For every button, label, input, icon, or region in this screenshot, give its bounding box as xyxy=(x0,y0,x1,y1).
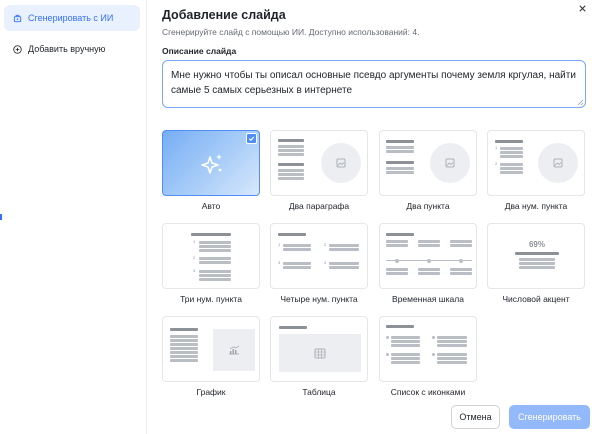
layout-card-timeline[interactable]: Временная шкала xyxy=(379,223,477,304)
dialog-subtitle: Сгенерируйте слайд с помощью ИИ. Доступн… xyxy=(162,27,420,37)
layout-caption: Два нум. пункта xyxy=(504,201,568,211)
layout-caption: График xyxy=(196,387,226,397)
image-placeholder-icon xyxy=(538,143,578,183)
layout-thumb[interactable] xyxy=(270,130,368,196)
layout-card-two-paragraphs[interactable]: Два параграфа xyxy=(270,130,368,211)
layout-caption: Временная шкала xyxy=(392,294,464,304)
layout-thumb[interactable]: 1 2 3 4 xyxy=(270,223,368,289)
layout-thumb[interactable] xyxy=(379,130,477,196)
magic-wand-icon xyxy=(10,14,24,23)
checkmark-icon xyxy=(246,133,257,144)
plus-circle-icon xyxy=(10,44,24,54)
resize-handle-icon[interactable] xyxy=(577,99,584,106)
layout-card-auto[interactable]: Авто xyxy=(162,130,260,211)
layout-card-two-numbered-points[interactable]: 1 2 Два нум. пункта xyxy=(487,130,585,211)
layout-thumb[interactable]: 69% xyxy=(487,223,585,289)
layout-thumb[interactable] xyxy=(162,130,260,196)
close-icon[interactable] xyxy=(576,4,588,16)
sidebar-item-label: Добавить вручную xyxy=(28,44,106,54)
layout-caption: Два параграфа xyxy=(288,201,350,211)
cancel-button[interactable]: Отмена xyxy=(451,405,500,429)
layout-thumb[interactable] xyxy=(270,316,368,382)
chart-placeholder-icon xyxy=(213,329,255,371)
layout-thumb[interactable] xyxy=(162,316,260,382)
layout-card-table[interactable]: Таблица xyxy=(270,316,368,397)
layout-card-number-accent[interactable]: 69% Числовой акцент xyxy=(487,223,585,304)
layout-card-chart[interactable]: График xyxy=(162,316,260,397)
layout-card-two-points[interactable]: Два пункта xyxy=(379,130,477,211)
layout-card-three-numbered-points[interactable]: 1 2 3 Три нум. пункта xyxy=(162,223,260,304)
layout-card-icon-list[interactable]: Список с иконками xyxy=(379,316,477,397)
image-placeholder-icon xyxy=(430,143,470,183)
layout-caption: Два пункта xyxy=(406,201,450,211)
layout-caption: Три нум. пункта xyxy=(180,294,242,304)
layout-thumb[interactable]: 1 2 3 xyxy=(162,223,260,289)
generate-button[interactable]: Сгенерировать xyxy=(509,405,590,429)
description-input[interactable]: Мне нужно чтобы ты описал основные псевд… xyxy=(162,60,586,108)
sidebar-item-label: Сгенерировать с ИИ xyxy=(28,13,114,23)
layout-thumb[interactable] xyxy=(379,316,477,382)
layout-caption: Авто xyxy=(201,201,221,211)
sidebar-item-generate-ai[interactable]: Сгенерировать с ИИ xyxy=(4,5,140,31)
dialog-title: Добавление слайда xyxy=(162,8,286,22)
layout-card-four-numbered-points[interactable]: 1 2 3 4 Четыре нум. пункта xyxy=(270,223,368,304)
layout-caption: Список с иконками xyxy=(390,387,466,397)
image-placeholder-icon xyxy=(321,143,361,183)
sidebar-item-add-manual[interactable]: Добавить вручную xyxy=(4,36,140,62)
sidebar: Сгенерировать с ИИ Добавить вручную xyxy=(0,0,147,434)
sparkles-icon xyxy=(201,154,222,174)
table-placeholder-icon xyxy=(279,334,361,372)
layout-thumb[interactable] xyxy=(379,223,477,289)
layout-caption: Четыре нум. пункта xyxy=(280,294,358,304)
layout-caption: Числовой акцент xyxy=(502,294,570,304)
scroll-indicator xyxy=(0,214,2,220)
layout-thumb[interactable]: 1 2 xyxy=(487,130,585,196)
description-label: Описание слайда xyxy=(162,46,237,56)
accent-value: 69% xyxy=(528,240,545,249)
layout-caption: Таблица xyxy=(302,387,336,397)
